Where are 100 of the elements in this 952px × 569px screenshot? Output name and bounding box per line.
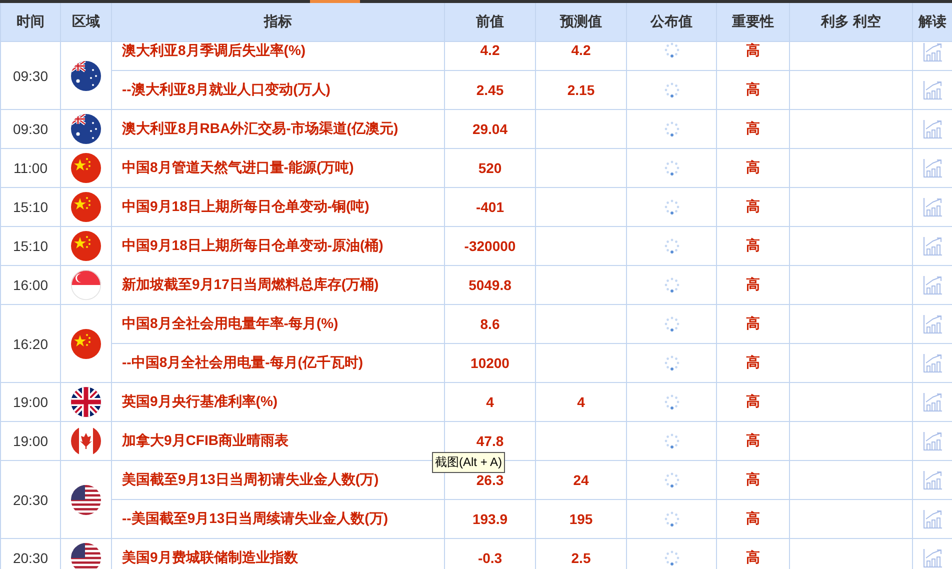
- flag-icon: [71, 114, 101, 144]
- column-header: 利多 利空: [790, 3, 912, 42]
- indicator-cell[interactable]: 澳大利亚8月RBA外汇交易-市场渠道(亿澳元): [112, 110, 444, 148]
- importance-cell: 高: [716, 382, 790, 422]
- previous-value-cell: -401: [444, 188, 536, 226]
- flag-icon: [71, 270, 101, 300]
- importance-cell: 高: [716, 188, 790, 226]
- loading-icon: [664, 433, 680, 449]
- flag-icon: [71, 192, 101, 222]
- loading-icon: [664, 121, 680, 137]
- importance-cell: 高: [716, 226, 790, 266]
- importance-cell: 高: [716, 500, 790, 538]
- indicator-cell[interactable]: 英国9月央行基准利率(%): [112, 382, 444, 422]
- loading-icon: [664, 82, 680, 98]
- time-cell: 19:00: [0, 422, 60, 460]
- previous-value-cell: 10200: [444, 344, 536, 382]
- chart-icon[interactable]: [922, 158, 942, 178]
- chart-icon[interactable]: [922, 392, 942, 412]
- flag-icon: [71, 484, 101, 514]
- column-header: 公布值: [626, 3, 716, 42]
- chart-icon[interactable]: [922, 470, 942, 490]
- previous-value-cell: 29.04: [444, 110, 536, 148]
- indicator-cell[interactable]: 中国9月18日上期所每日仓单变动-原油(桶): [112, 226, 444, 266]
- indicator-cell[interactable]: 中国8月全社会用电量年率-每月(%): [112, 304, 444, 344]
- indicator-cell[interactable]: 中国8月管道天然气进口量-能源(万吨): [112, 148, 444, 188]
- loading-icon: [664, 199, 680, 215]
- time-cell: 11:00: [0, 148, 60, 188]
- chart-icon[interactable]: [922, 197, 942, 217]
- column-header: 前值: [444, 3, 536, 42]
- column-header: 预测值: [536, 3, 626, 42]
- importance-cell: 高: [716, 422, 790, 460]
- indicator-cell[interactable]: 新加坡截至9月17日当周燃料总库存(万桶): [112, 266, 444, 304]
- maple-leaf-flag-icon: [71, 426, 101, 456]
- tooltip: 截图(Alt + A): [432, 452, 506, 473]
- loading-icon: [664, 238, 680, 254]
- flag-icon: [71, 543, 101, 569]
- column-header: 区域: [60, 3, 112, 42]
- column-header: 指标: [112, 3, 444, 42]
- loading-icon: [664, 316, 680, 332]
- time-cell: 20:30: [0, 460, 60, 538]
- forecast-value-cell: 2.15: [536, 70, 626, 110]
- importance-cell: 高: [716, 42, 790, 70]
- loading-icon: [664, 160, 680, 176]
- importance-cell: 高: [716, 148, 790, 188]
- loading-icon: [664, 472, 680, 488]
- flag-icon: [71, 153, 101, 183]
- previous-value-cell: 2.45: [444, 70, 536, 110]
- time-cell: 20:30: [0, 538, 60, 569]
- flag-icon: [71, 60, 101, 90]
- time-cell: 09:30: [0, 110, 60, 148]
- chart-icon[interactable]: [922, 314, 942, 334]
- importance-cell: 高: [716, 266, 790, 304]
- forecast-value-cell: 195: [536, 500, 626, 538]
- previous-value-cell: 8.6: [444, 304, 536, 344]
- loading-icon: [664, 394, 680, 410]
- importance-cell: 高: [716, 344, 790, 382]
- time-cell: 16:20: [0, 304, 60, 382]
- time-cell: 19:00: [0, 382, 60, 422]
- indicator-cell[interactable]: --澳大利亚8月就业人口变动(万人): [112, 70, 444, 110]
- chart-icon[interactable]: [922, 236, 942, 256]
- chart-icon[interactable]: [922, 509, 942, 529]
- loading-icon: [664, 277, 680, 293]
- time-cell: 16:00: [0, 266, 60, 304]
- flag-icon: [71, 387, 101, 417]
- time-cell: 15:10: [0, 226, 60, 266]
- importance-cell: 高: [716, 70, 790, 110]
- importance-cell: 高: [716, 304, 790, 344]
- indicator-cell[interactable]: --美国截至9月13日当周续请失业金人数(万): [112, 500, 444, 538]
- flag-icon: [71, 231, 101, 261]
- loading-icon: [664, 550, 680, 566]
- chart-icon[interactable]: [922, 353, 942, 373]
- loading-icon: [664, 355, 680, 371]
- chart-icon[interactable]: [922, 548, 942, 568]
- indicator-cell[interactable]: 中国9月18日上期所每日仓单变动-铜(吨): [112, 188, 444, 226]
- chart-icon[interactable]: [922, 119, 942, 139]
- column-header: 解读: [912, 3, 952, 42]
- previous-value-cell: 4.2: [444, 42, 536, 70]
- forecast-value-cell: 24: [536, 460, 626, 500]
- time-cell: 09:30: [0, 42, 60, 110]
- importance-cell: 高: [716, 460, 790, 500]
- previous-value-cell: 5049.8: [444, 266, 536, 304]
- forecast-value-cell: 4: [536, 382, 626, 422]
- flag-icon: [71, 328, 101, 358]
- chart-icon[interactable]: [922, 80, 942, 100]
- loading-icon: [664, 42, 680, 58]
- indicator-cell[interactable]: 澳大利亚8月季调后失业率(%): [112, 42, 444, 70]
- importance-cell: 高: [716, 110, 790, 148]
- column-header: 时间: [0, 3, 60, 42]
- loading-icon: [664, 511, 680, 527]
- time-cell: 15:10: [0, 188, 60, 226]
- chart-icon[interactable]: [922, 275, 942, 295]
- chart-icon[interactable]: [922, 42, 942, 62]
- indicator-cell[interactable]: --中国8月全社会用电量-每月(亿千瓦时): [112, 344, 444, 382]
- forecast-value-cell: 4.2: [536, 42, 626, 70]
- previous-value-cell: -320000: [444, 226, 536, 266]
- previous-value-cell: 193.9: [444, 500, 536, 538]
- previous-value-cell: 520: [444, 148, 536, 188]
- column-header: 重要性: [716, 3, 790, 42]
- previous-value-cell: 4: [444, 382, 536, 422]
- chart-icon[interactable]: [922, 431, 942, 451]
